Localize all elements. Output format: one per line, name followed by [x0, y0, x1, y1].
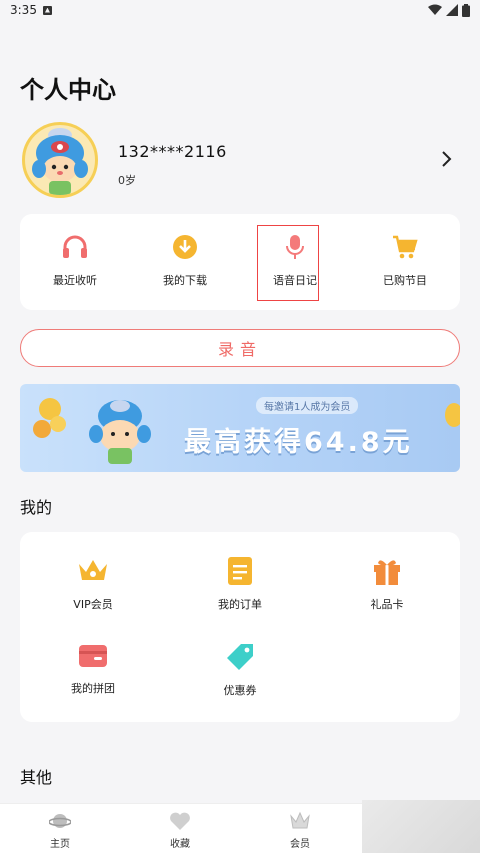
profile-phone: 132****2116: [118, 142, 227, 161]
chevron-right-icon[interactable]: [438, 150, 456, 168]
mine-item-label: VIP会员: [73, 598, 113, 611]
profile-row[interactable]: 132****2116 0岁: [20, 122, 460, 198]
tab-label: 会员: [290, 839, 310, 850]
coupon-tag-icon: [227, 644, 253, 670]
tab-label: 主页: [50, 839, 70, 850]
mine-item-group-buy[interactable]: 我的拼团: [20, 642, 166, 696]
coin-icon: [445, 403, 460, 427]
section-title-mine: 我的: [20, 498, 53, 517]
mine-item-label: 优惠券: [223, 684, 257, 697]
quick-item-label: 我的下载: [163, 274, 207, 287]
microphone-icon: [286, 235, 304, 259]
record-button[interactable]: 录音: [20, 329, 460, 367]
mine-item-vip[interactable]: VIP会员: [20, 556, 166, 612]
tab-label: 收藏: [170, 839, 190, 850]
mine-item-label: 我的拼团: [71, 682, 115, 695]
quick-item-recent[interactable]: 最近收听: [20, 214, 130, 310]
status-time: 3:35: [10, 3, 37, 17]
avatar[interactable]: [22, 122, 98, 198]
gift-icon: [374, 560, 400, 585]
corner-overlay: [362, 800, 480, 853]
wallet-icon: [79, 645, 107, 667]
heart-icon: [170, 812, 190, 830]
order-icon: [228, 557, 252, 585]
mine-card: VIP会员 我的订单 礼品卡 我的拼团 优惠券: [20, 532, 460, 722]
headphones-icon: [63, 235, 87, 258]
wifi-icon: [428, 4, 442, 15]
cart-icon: [393, 235, 418, 259]
quick-item-label: 最近收听: [53, 274, 97, 287]
tab-membership[interactable]: 会员: [240, 804, 360, 853]
tab-favorites[interactable]: 收藏: [120, 804, 240, 853]
battery-icon: [462, 3, 470, 17]
banner-subtitle: 每邀请1人成为会员: [256, 397, 359, 414]
quick-item-download[interactable]: 我的下载: [130, 214, 240, 310]
status-bar: 3:35: [0, 0, 480, 20]
quick-item-label: 已购节目: [383, 274, 427, 287]
mine-item-label: 礼品卡: [370, 598, 404, 611]
mine-grid: VIP会员 我的订单 礼品卡 我的拼团 优惠券: [20, 532, 460, 722]
mine-item-orders[interactable]: 我的订单: [167, 556, 313, 612]
crown-icon: [79, 560, 107, 580]
quick-actions-card: 最近收听 我的下载 语音日记 已购节目: [20, 214, 460, 310]
section-title-other: 其他: [20, 768, 53, 787]
quick-item-voice-diary[interactable]: 语音日记: [240, 214, 350, 310]
mine-item-giftcard[interactable]: 礼品卡: [314, 556, 460, 612]
quick-item-label: 语音日记: [273, 274, 317, 287]
profile-age: 0岁: [118, 174, 136, 187]
crown-outline-icon: [290, 811, 310, 829]
mascot-avatar-icon: [32, 128, 88, 195]
banner-mascot-icon: [33, 398, 151, 464]
mine-item-coupon[interactable]: 优惠券: [167, 642, 313, 698]
invite-banner[interactable]: 每邀请1人成为会员 最高获得64.8元: [20, 384, 460, 472]
banner-headline: 最高获得64.8元: [184, 427, 413, 458]
signal-icon: [446, 4, 458, 16]
page-title: 个人中心: [20, 76, 116, 104]
planet-icon: [49, 814, 71, 828]
notification-icon: [42, 5, 52, 15]
quick-item-purchased[interactable]: 已购节目: [350, 214, 460, 310]
tab-home[interactable]: 主页: [0, 804, 120, 853]
download-icon: [173, 235, 197, 259]
mine-item-label: 我的订单: [218, 598, 262, 611]
